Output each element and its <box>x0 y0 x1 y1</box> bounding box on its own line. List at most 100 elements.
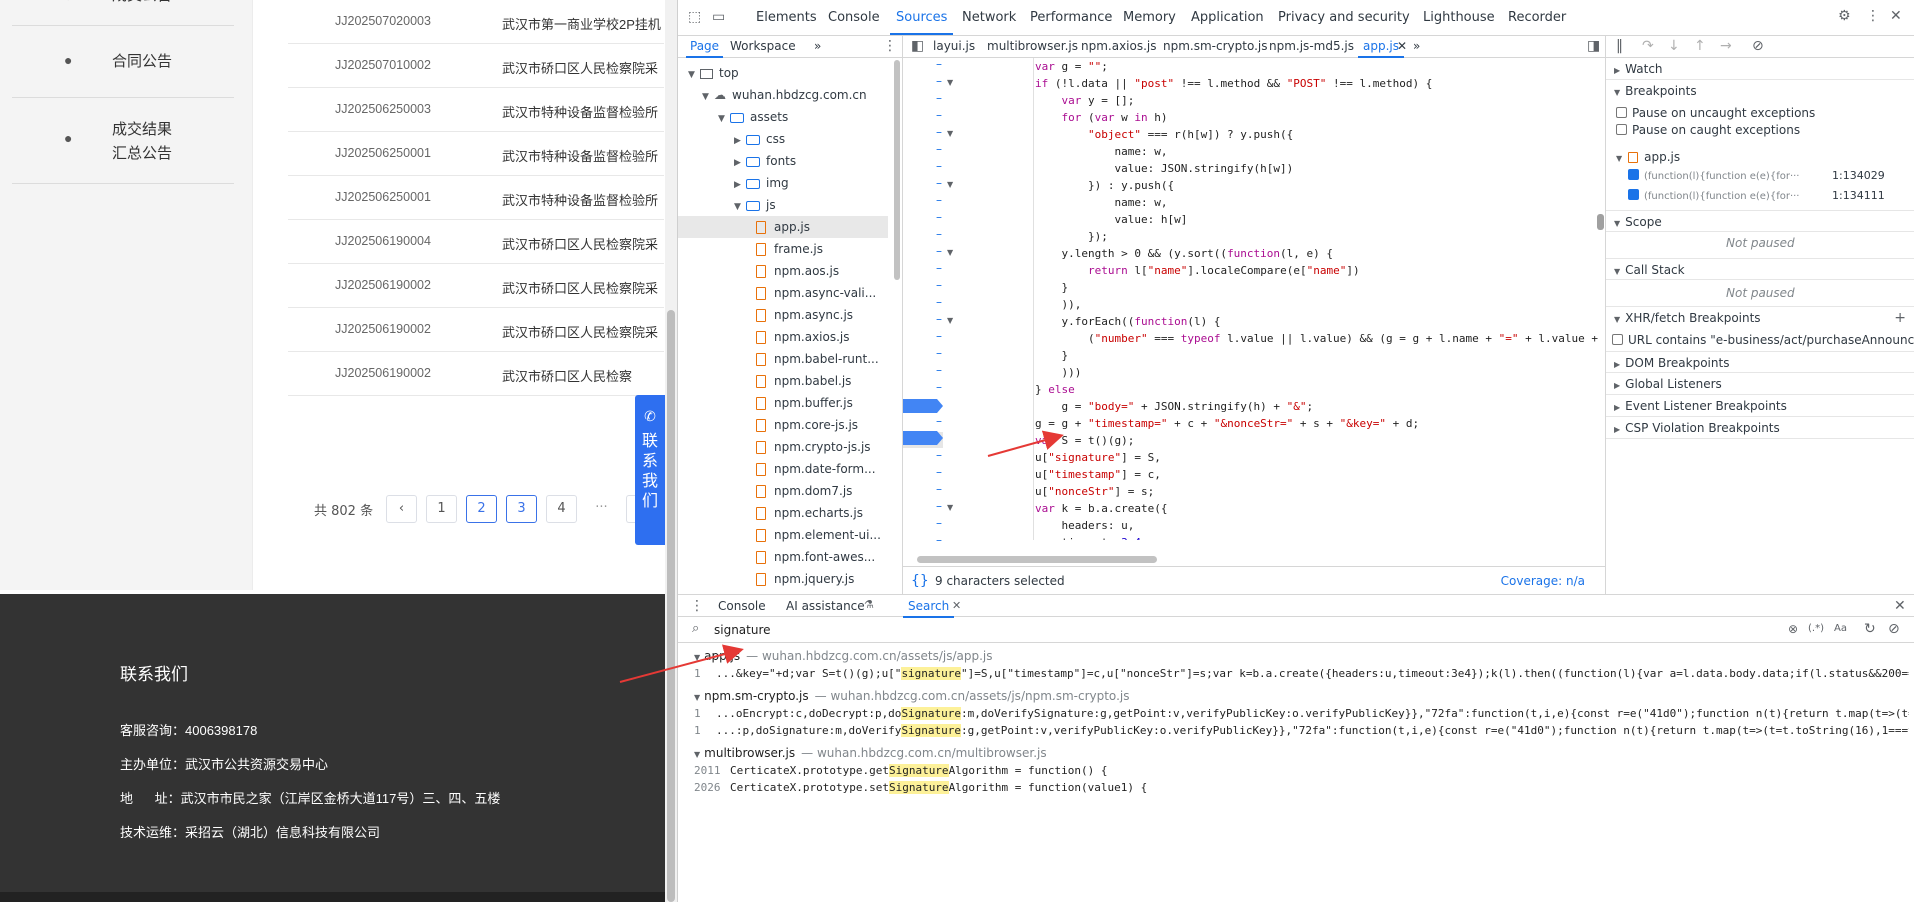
tree-item-file[interactable]: npm.echarts.js <box>678 502 888 524</box>
code-line[interactable]: value: JSON.stringify(h[w]) <box>1023 160 1293 177</box>
line-marker[interactable]: – <box>936 244 942 258</box>
pause-uncaught-option[interactable]: Pause on uncaught exceptions <box>1616 106 1815 120</box>
table-row[interactable]: JJ202506250003 武汉市特种设备监督检验所 <box>288 88 664 132</box>
code-line[interactable]: name: w, <box>1023 143 1167 160</box>
watch-section[interactable]: ▶ Watch <box>1606 58 1914 80</box>
line-marker[interactable]: – <box>936 380 942 394</box>
line-marker[interactable]: – <box>936 499 942 513</box>
tab-workspace[interactable]: Workspace <box>730 39 796 53</box>
result-file-header[interactable]: ▼ multibrowser.js — wuhan.hbdzcg.com.cn/mu… <box>694 746 1047 760</box>
code-line[interactable]: )), <box>1023 296 1081 313</box>
match-case-icon[interactable]: Aa <box>1834 623 1847 634</box>
tree-item-folder[interactable]: ▼ assets <box>718 106 788 128</box>
tab-memory[interactable]: Memory <box>1123 10 1176 25</box>
tab-performance[interactable]: Performance <box>1030 10 1112 25</box>
tree-item-file[interactable]: npm.dom7.js <box>678 480 888 502</box>
code-line[interactable]: } <box>1023 347 1068 364</box>
code-line[interactable]: } else <box>1023 381 1075 398</box>
line-marker[interactable]: – <box>936 74 942 88</box>
scrollbar-thumb[interactable] <box>667 310 675 902</box>
code-line[interactable]: timeout: 3e4 <box>1023 534 1140 540</box>
notice-title[interactable]: 武汉市硚口区人民检察院采 <box>502 234 664 253</box>
search-input[interactable]: signature <box>714 623 771 637</box>
result-file-header[interactable]: ▼ app.js — wuhan.hbdzcg.com.cn/assets/js/a… <box>694 649 992 663</box>
page-scrollbar[interactable] <box>665 0 677 902</box>
inspect-element-icon[interactable]: ⬚ <box>688 9 701 25</box>
sidebar-item-result-summary[interactable]: ● 成交结果 汇总公告 <box>12 98 234 184</box>
drawer-tab-ai-assistance[interactable]: AI assistance <box>786 599 865 613</box>
line-marker[interactable]: – <box>936 210 942 224</box>
tab-recorder[interactable]: Recorder <box>1508 10 1566 25</box>
line-marker[interactable]: – <box>936 193 942 207</box>
clear-results-icon[interactable]: ⊘ <box>1888 621 1900 637</box>
notice-title[interactable]: 武汉市特种设备监督检验所 <box>502 102 664 121</box>
notice-title[interactable]: 武汉市特种设备监督检验所 <box>502 146 664 165</box>
call-stack-section[interactable]: ▼ Call Stack <box>1606 258 1914 280</box>
regex-toggle-icon[interactable]: (.*) <box>1808 623 1824 634</box>
contact-us-float-button[interactable]: ✆ 联 系 我 们 <box>635 395 665 545</box>
global-listeners-section[interactable]: ▶ Global Listeners <box>1606 373 1914 395</box>
refresh-icon[interactable]: ↻ <box>1864 621 1876 637</box>
line-marker[interactable]: – <box>936 278 942 292</box>
code-line[interactable]: } <box>1023 279 1068 296</box>
drawer-tab-console[interactable]: Console <box>718 599 766 613</box>
drawer-tab-search[interactable]: Search <box>902 599 955 618</box>
line-marker[interactable]: – <box>936 482 942 496</box>
tree-item-folder[interactable]: ▼ js <box>734 194 776 216</box>
tree-item-file[interactable]: npm.axios.js <box>678 326 888 348</box>
toggle-debugger-icon[interactable]: ◨ <box>1587 38 1600 54</box>
page-button-1[interactable]: 1 <box>426 495 457 523</box>
file-tab[interactable]: app.js <box>1358 39 1404 58</box>
line-marker[interactable]: – <box>936 125 942 139</box>
page-button-3[interactable]: 3 <box>506 495 537 523</box>
search-result-line[interactable]: 1 ...oEncrypt:c,doDecrypt:p,doSignature:m… <box>694 707 1909 720</box>
line-marker[interactable]: – <box>936 363 942 377</box>
notice-title[interactable]: 武汉市硚口区人民检察院采 <box>502 58 664 77</box>
close-tab-icon[interactable]: ✕ <box>1397 39 1407 53</box>
tree-item-file[interactable]: frame.js <box>678 238 888 260</box>
line-marker[interactable]: – <box>936 227 942 241</box>
tree-item-folder[interactable]: ▶ fonts <box>734 150 796 172</box>
pause-icon[interactable]: ‖ <box>1616 38 1623 54</box>
code-line[interactable]: y.forEach((function(l) { <box>1023 313 1220 330</box>
more-vertical-icon[interactable]: ⋮ <box>1866 8 1880 24</box>
fold-arrow-icon[interactable]: ▼ <box>947 248 953 257</box>
line-marker[interactable]: – <box>936 346 942 360</box>
tree-item-frame[interactable]: ▼ top <box>688 62 739 84</box>
sidebar-item-deal[interactable]: ● 成交公告 <box>12 0 234 26</box>
step-into-icon[interactable]: ↓ <box>1668 38 1680 54</box>
code-line[interactable]: }); <box>1023 228 1108 245</box>
line-marker[interactable]: – <box>936 108 942 122</box>
code-line[interactable]: headers: u, <box>1023 517 1134 534</box>
page-button-2[interactable]: 2 <box>466 495 497 523</box>
tree-item-file[interactable]: npm.async-vali... <box>678 282 888 304</box>
tree-item-file[interactable]: npm.element-ui... <box>678 524 888 546</box>
tab-lighthouse[interactable]: Lighthouse <box>1423 10 1495 25</box>
line-marker[interactable]: – <box>936 176 942 190</box>
code-line[interactable]: u["timestamp"] = c, <box>1023 466 1161 483</box>
tree-item-cloud[interactable]: ▼ ☁ wuhan.hbdzcg.com.cn <box>702 84 867 106</box>
tree-item-file[interactable]: npm.buffer.js <box>678 392 888 414</box>
xhr-breakpoints-section[interactable]: ▼ XHR/fetch Breakpoints + <box>1606 306 1914 328</box>
toggle-navigator-icon[interactable]: ◧ <box>911 38 924 54</box>
tab-sources[interactable]: Sources <box>889 10 954 35</box>
xhr-breakpoint-item[interactable]: URL contains "e-business/act/purchaseAnn… <box>1612 333 1914 347</box>
notice-title[interactable]: 武汉市特种设备监督检验所 <box>502 190 664 209</box>
code-line[interactable]: var g = ""; <box>1023 58 1108 75</box>
code-line[interactable]: if (!l.data || "post" !== l.method && "P… <box>1023 75 1432 92</box>
table-row[interactable]: JJ202506190002 武汉市硚口区人民检察院采 <box>288 308 664 352</box>
code-line[interactable]: var k = b.a.create({ <box>1023 500 1167 517</box>
event-listener-breakpoints-section[interactable]: ▶ Event Listener Breakpoints <box>1606 395 1914 417</box>
tab-privacy[interactable]: Privacy and security <box>1278 10 1410 25</box>
line-marker[interactable]: – <box>936 516 942 530</box>
notice-title[interactable]: 武汉市第一商业学校2P挂机 <box>502 14 664 33</box>
step-over-icon[interactable]: ↷ <box>1642 38 1654 54</box>
tab-application[interactable]: Application <box>1191 10 1264 25</box>
file-tab[interactable]: multibrowser.js <box>987 39 1078 53</box>
tree-item-file[interactable]: app.js <box>678 216 888 238</box>
breakpoint-entry[interactable]: (function(l){function e(e){for··· 1:13411… <box>1628 189 1885 202</box>
pause-caught-option[interactable]: Pause on caught exceptions <box>1616 123 1800 137</box>
tree-item-file[interactable]: npm.core-js.js <box>678 414 888 436</box>
fold-arrow-icon[interactable]: ▼ <box>947 129 953 138</box>
more-tabs-icon[interactable]: » <box>814 39 821 53</box>
